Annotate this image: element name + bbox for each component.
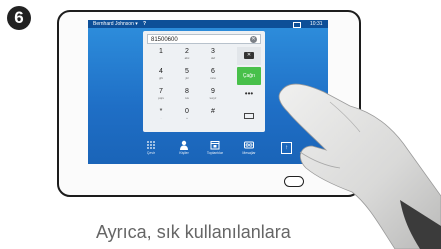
caption-text: Ayrıca, sık kullanılanlara xyxy=(96,222,291,242)
pointing-hand-illustration xyxy=(278,83,441,249)
